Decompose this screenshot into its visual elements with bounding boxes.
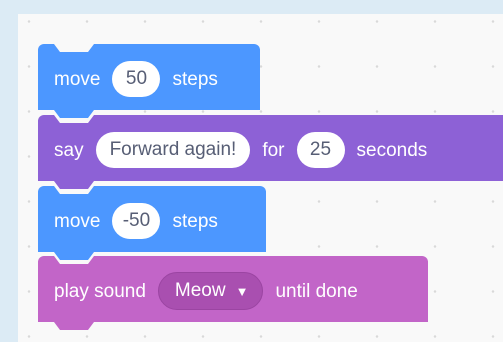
move-steps-block[interactable]: move -50 steps xyxy=(38,186,266,260)
block-mid-label: for xyxy=(262,140,285,161)
caret-down-icon: ▼ xyxy=(235,283,249,299)
move-steps-block[interactable]: move 50 steps xyxy=(38,44,260,118)
block-suffix: steps xyxy=(172,211,218,232)
block-suffix: seconds xyxy=(356,140,428,161)
steps-input[interactable]: -50 xyxy=(112,203,160,239)
block-label: say xyxy=(54,140,84,161)
sound-dropdown[interactable]: Meow ▼ xyxy=(158,272,264,310)
seconds-input[interactable]: 25 xyxy=(297,132,345,168)
steps-input[interactable]: 50 xyxy=(112,61,160,97)
sound-dropdown-value: Meow xyxy=(174,280,226,301)
block-suffix: steps xyxy=(172,69,218,90)
block-suffix: until done xyxy=(275,281,358,302)
block-label: move xyxy=(54,211,101,232)
say-for-seconds-block[interactable]: say Forward again! for 25 seconds xyxy=(38,115,503,189)
message-input[interactable]: Forward again! xyxy=(96,132,251,168)
play-sound-until-done-block[interactable]: play sound Meow ▼ until done xyxy=(38,256,428,330)
block-label: play sound xyxy=(54,281,146,302)
script-canvas[interactable]: move 50 steps say Forward again! for 25 … xyxy=(18,14,503,342)
block-label: move xyxy=(54,69,101,90)
